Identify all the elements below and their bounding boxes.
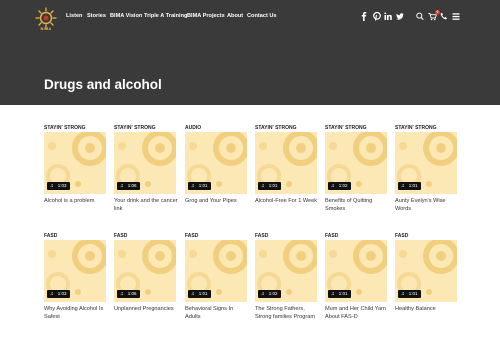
nav-item-contact-us[interactable]: Contact Us: [247, 13, 277, 19]
card-title[interactable]: Mum and Her Child Yarn About FAS-D: [325, 305, 389, 322]
twitter-icon[interactable]: [396, 12, 404, 22]
card-thumbnail[interactable]: ♫ 1:01: [395, 132, 457, 194]
card-category[interactable]: STAYIN' STRONG: [44, 125, 85, 131]
duration-badge: ♫ 1:02: [328, 182, 351, 190]
duration-text: 1:06: [127, 183, 137, 188]
duration-text: 1:01: [408, 183, 418, 188]
music-note-icon: ♫: [191, 183, 195, 189]
card-category[interactable]: FASD: [44, 233, 57, 239]
card-category[interactable]: STAYIN' STRONG: [114, 125, 155, 131]
card-category[interactable]: FASD: [255, 233, 268, 239]
card-category[interactable]: FASD: [395, 233, 408, 239]
card-thumbnail[interactable]: ♫ 1:06: [114, 132, 176, 194]
nav-item-stories[interactable]: Stories: [87, 13, 106, 19]
duration-badge: ♫ 1:02: [258, 290, 281, 298]
site-header: BIMA Listen Stories BIMA Vision Triple A…: [0, 0, 500, 105]
facebook-icon[interactable]: [361, 12, 367, 22]
card-title[interactable]: Grog and Your Pipes: [185, 197, 249, 205]
card-thumbnail[interactable]: ♫ 1:01: [255, 132, 317, 194]
card-category[interactable]: FASD: [325, 233, 338, 239]
logo-text: BIMA: [40, 26, 52, 31]
duration-badge: ♫ 1:01: [258, 182, 281, 190]
music-note-icon: ♫: [401, 291, 405, 297]
duration-badge: ♫ 1:03: [47, 290, 70, 298]
music-note-icon: ♫: [261, 183, 265, 189]
nav-item-bima-vision[interactable]: BIMA Vision: [110, 13, 142, 19]
card-title[interactable]: Alcohol is a problem: [44, 197, 108, 205]
music-note-icon: ♫: [120, 291, 124, 297]
card-title[interactable]: Unplanned Pregnancies: [114, 305, 178, 313]
music-note-icon: ♫: [120, 183, 124, 189]
duration-text: 1:02: [268, 291, 278, 296]
card-thumbnail[interactable]: ♫ 1:02: [255, 240, 317, 302]
music-note-icon: ♫: [331, 183, 335, 189]
card-thumbnail[interactable]: ♫ 1:01: [185, 240, 247, 302]
nav-item-about[interactable]: About: [227, 13, 243, 19]
duration-badge: ♫ 1:01: [188, 290, 211, 298]
menu-icon[interactable]: [452, 12, 460, 22]
music-note-icon: ♫: [331, 291, 335, 297]
card-title[interactable]: Aunty Evelyn's Wise Words: [395, 197, 459, 214]
card-title[interactable]: Benefits of Quitting Smokes: [325, 197, 389, 214]
duration-badge: ♫ 1:06: [117, 290, 140, 298]
nav-item-listen[interactable]: Listen: [66, 13, 82, 19]
duration-text: 1:01: [268, 183, 278, 188]
card-thumbnail[interactable]: ♫ 1:06: [114, 240, 176, 302]
card-category[interactable]: STAYIN' STRONG: [255, 125, 296, 131]
card-thumbnail[interactable]: ♫ 1:01: [395, 240, 457, 302]
card-thumbnail[interactable]: ♫ 1:03: [44, 132, 106, 194]
nav-item-bima-projects[interactable]: BIMA Projects: [187, 13, 225, 19]
card-title[interactable]: Healthy Balance: [395, 305, 459, 313]
duration-text: 1:06: [127, 291, 137, 296]
card-thumbnail[interactable]: ♫ 1:01: [325, 240, 387, 302]
card-thumbnail[interactable]: ♫ 1:03: [44, 240, 106, 302]
duration-text: 1:03: [57, 183, 67, 188]
card-thumbnail[interactable]: ♫ 1:01: [185, 132, 247, 194]
duration-badge: ♫ 1:06: [117, 182, 140, 190]
duration-text: 1:02: [338, 183, 348, 188]
music-note-icon: ♫: [50, 183, 54, 189]
duration-badge: ♫ 1:01: [398, 182, 421, 190]
card-thumbnail[interactable]: ♫ 1:02: [325, 132, 387, 194]
card-category[interactable]: AUDIO: [185, 125, 201, 131]
card-category[interactable]: FASD: [185, 233, 198, 239]
phone-icon[interactable]: [440, 12, 448, 22]
card-title[interactable]: The Strong Fathers, Strong families Prog…: [255, 305, 319, 322]
duration-badge: ♫ 1:01: [188, 182, 211, 190]
music-note-icon: ♫: [191, 291, 195, 297]
duration-text: 1:01: [198, 291, 208, 296]
duration-text: 1:03: [57, 291, 67, 296]
duration-badge: ♫ 1:01: [398, 290, 421, 298]
duration-text: 1:01: [198, 183, 208, 188]
music-note-icon: ♫: [50, 291, 54, 297]
page-title: Drugs and alcohol: [44, 77, 162, 92]
card-title[interactable]: Your drink and the cancer link: [114, 197, 178, 214]
duration-text: 1:01: [338, 291, 348, 296]
duration-text: 1:01: [408, 291, 418, 296]
duration-badge: ♫ 1:03: [47, 182, 70, 190]
music-note-icon: ♫: [401, 183, 405, 189]
pinterest-icon[interactable]: [373, 12, 381, 22]
card-category[interactable]: STAYIN' STRONG: [395, 125, 436, 131]
card-category[interactable]: FASD: [114, 233, 127, 239]
duration-badge: ♫ 1:01: [328, 290, 351, 298]
card-title[interactable]: Alcohol-Free For 1 Week: [255, 197, 319, 205]
nav-item-triple-a-training[interactable]: Triple A Training: [144, 13, 187, 19]
music-note-icon: ♫: [261, 291, 265, 297]
linkedin-icon[interactable]: [384, 12, 392, 22]
card-title[interactable]: Behavioral Signs In Adults: [185, 305, 249, 322]
search-icon[interactable]: [416, 12, 424, 22]
card-category[interactable]: STAYIN' STRONG: [325, 125, 366, 131]
card-title[interactable]: Why Avoiding Alcohol Is Safest: [44, 305, 108, 322]
